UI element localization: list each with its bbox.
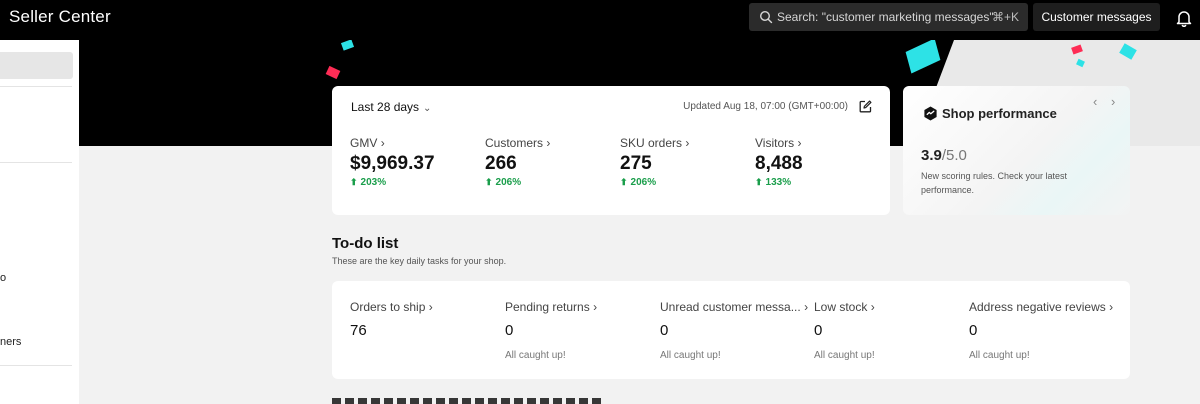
confetti-shape	[325, 65, 341, 80]
customer-messages-button[interactable]: Customer messages	[1033, 3, 1160, 31]
chevron-right-icon: ›	[593, 300, 598, 314]
arrow-up-icon: ⬆	[485, 177, 493, 187]
confetti-shape	[905, 40, 941, 74]
date-range-label: Last 28 days	[351, 100, 420, 114]
score-max: /5.0	[941, 147, 967, 164]
todo-subtitle: These are the key daily tasks for your s…	[332, 256, 507, 266]
todo-label: Unread customer messa...	[660, 300, 801, 314]
todo-label: Low stock	[814, 300, 868, 314]
metric-label: SKU orders	[620, 136, 683, 150]
sidebar-divider	[0, 162, 72, 163]
sidebar-item-label[interactable]: ners	[0, 336, 21, 348]
chevron-right-icon: ›	[685, 136, 690, 150]
metric-gmv[interactable]: GMV › $9,969.37 ⬆ 203%	[350, 136, 480, 188]
todo-label: Address negative reviews	[969, 300, 1106, 314]
search-bar[interactable]: Search: "customer marketing messages" ⌘+…	[749, 3, 1028, 31]
todo-note: All caught up!	[660, 350, 721, 361]
todo-note: All caught up!	[505, 350, 566, 361]
metric-value: $9,969.37	[350, 153, 435, 174]
metric-value: 275	[620, 153, 652, 174]
chevron-right-icon: ›	[546, 136, 551, 150]
metric-value: 266	[485, 153, 517, 174]
metric-label: Visitors	[755, 136, 795, 150]
cut-off-heading-glyphs	[332, 398, 602, 404]
metric-customers[interactable]: Customers › 266 ⬆ 206%	[485, 136, 615, 188]
todo-card: Orders to ship › 76 Pending returns › 0 …	[332, 281, 1130, 379]
metric-change: 206%	[495, 177, 522, 188]
edit-icon[interactable]	[859, 100, 872, 113]
chevron-right-icon: ›	[380, 136, 385, 150]
todo-unread-messages[interactable]: Unread customer messa... › 0 All caught …	[660, 300, 810, 361]
metric-label: GMV	[350, 136, 378, 150]
shop-performance-title: Shop performance	[942, 106, 1057, 121]
top-bar: Seller Center Search: "customer marketin…	[0, 0, 1200, 40]
date-range-dropdown[interactable]: Last 28 days ⌄	[351, 100, 431, 114]
todo-label: Pending returns	[505, 300, 590, 314]
sidebar-item-active[interactable]	[0, 52, 73, 79]
chevron-right-icon: ›	[797, 136, 802, 150]
metric-sku-orders[interactable]: SKU orders › 275 ⬆ 206%	[620, 136, 750, 188]
todo-note: All caught up!	[969, 350, 1030, 361]
section-heading-cut-off	[332, 398, 602, 404]
arrow-up-icon: ⬆	[350, 177, 358, 187]
app-title[interactable]: Seller Center	[9, 7, 111, 27]
metric-change: 133%	[765, 177, 792, 188]
shop-performance-icon	[924, 106, 937, 121]
todo-value: 0	[505, 322, 514, 339]
search-placeholder: Search: "customer marketing messages"	[777, 10, 994, 24]
search-shortcut: ⌘+K	[991, 10, 1019, 24]
shop-performance-card[interactable]: ‹ › Shop performance 3.9/5.0 New scoring…	[903, 86, 1130, 215]
metric-visitors[interactable]: Visitors › 8,488 ⬆ 133%	[755, 136, 885, 188]
sidebar-divider	[0, 365, 72, 366]
stats-card: Last 28 days ⌄ Updated Aug 18, 07:00 (GMT…	[332, 86, 890, 215]
todo-label: Orders to ship	[350, 300, 426, 314]
todo-value: 0	[969, 322, 978, 339]
sidebar-item-label[interactable]: o	[0, 272, 6, 284]
shop-performance-score: 3.9/5.0	[921, 147, 967, 164]
todo-low-stock[interactable]: Low stock › 0 All caught up!	[814, 300, 964, 361]
todo-negative-reviews[interactable]: Address negative reviews › 0 All caught …	[969, 300, 1119, 361]
metric-change: 203%	[360, 177, 387, 188]
metric-label: Customers	[485, 136, 544, 150]
chevron-down-icon: ⌄	[423, 103, 432, 114]
metric-change: 206%	[630, 177, 657, 188]
chevron-right-icon: ›	[1109, 300, 1114, 314]
chevron-right-icon: ›	[428, 300, 433, 314]
todo-note: All caught up!	[814, 350, 875, 361]
arrow-up-icon: ⬆	[755, 177, 763, 187]
sidebar-divider	[0, 86, 72, 87]
chevron-left-icon[interactable]: ‹	[1093, 94, 1097, 109]
chevron-right-icon[interactable]: ›	[1111, 94, 1115, 109]
confetti-shape	[340, 40, 355, 51]
todo-value: 76	[350, 322, 367, 339]
metric-value: 8,488	[755, 153, 803, 174]
shop-performance-note: New scoring rules. Check your latest per…	[921, 171, 1068, 195]
todo-title: To-do list	[332, 235, 399, 252]
updated-timestamp: Updated Aug 18, 07:00 (GMT+00:00)	[683, 101, 848, 112]
sidebar: o ners	[0, 40, 79, 404]
arrow-up-icon: ⬆	[620, 177, 628, 187]
todo-orders-to-ship[interactable]: Orders to ship › 76	[350, 300, 500, 350]
search-icon	[759, 10, 773, 24]
chevron-right-icon: ›	[870, 300, 875, 314]
score-value: 3.9	[921, 147, 942, 164]
todo-value: 0	[814, 322, 823, 339]
bell-icon[interactable]	[1174, 8, 1194, 28]
todo-value: 0	[660, 322, 669, 339]
chevron-right-icon: ›	[804, 300, 809, 314]
todo-pending-returns[interactable]: Pending returns › 0 All caught up!	[505, 300, 655, 361]
